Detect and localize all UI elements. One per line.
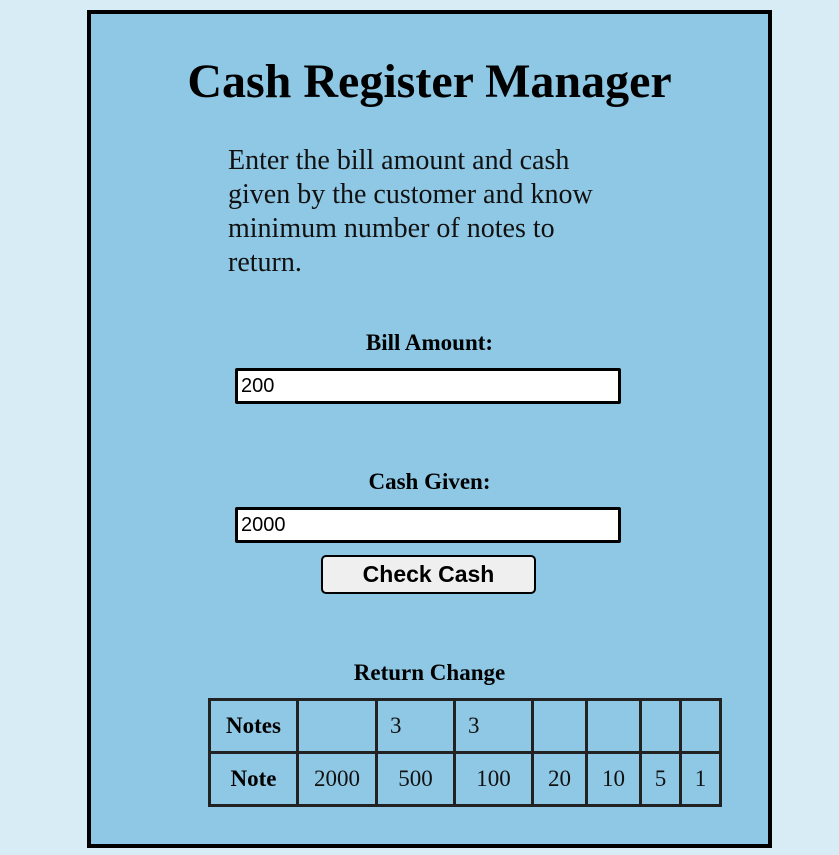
page-title: Cash Register Manager bbox=[187, 55, 672, 108]
notes-count-cell: 3 bbox=[453, 698, 534, 754]
page-description: Enter the bill amount and cash given by … bbox=[228, 145, 593, 278]
denomination-cell: 10 bbox=[585, 751, 642, 807]
cash-given-label: Cash Given: bbox=[368, 469, 491, 494]
notes-count-cell bbox=[296, 698, 378, 754]
cash-given-input[interactable] bbox=[235, 507, 621, 543]
bill-amount-label: Bill Amount: bbox=[365, 330, 494, 355]
denomination-cell: 500 bbox=[375, 751, 456, 807]
check-cash-button[interactable]: Check Cash bbox=[321, 555, 536, 594]
notes-count-cell bbox=[585, 698, 642, 754]
bill-amount-input[interactable] bbox=[235, 368, 621, 404]
denomination-cell: 20 bbox=[531, 751, 588, 807]
notes-count-cell: 3 bbox=[375, 698, 456, 754]
denomination-cell: 5 bbox=[639, 751, 682, 807]
denomination-cell: 100 bbox=[453, 751, 534, 807]
notes-count-cell bbox=[679, 698, 722, 754]
notes-count-cell bbox=[531, 698, 588, 754]
change-table: Notes 3 3 Note 2000 500 100 20 10 5 1 bbox=[208, 698, 722, 807]
notes-header: Notes bbox=[208, 698, 299, 754]
denomination-cell: 2000 bbox=[296, 751, 378, 807]
notes-count-cell bbox=[639, 698, 682, 754]
app-card: Cash Register Manager Enter the bill amo… bbox=[87, 10, 772, 848]
table-row-note: Note 2000 500 100 20 10 5 1 bbox=[208, 751, 722, 807]
denomination-cell: 1 bbox=[679, 751, 722, 807]
note-header: Note bbox=[208, 751, 299, 807]
return-change-title: Return Change bbox=[353, 660, 506, 685]
table-row-notes: Notes 3 3 bbox=[208, 698, 722, 754]
